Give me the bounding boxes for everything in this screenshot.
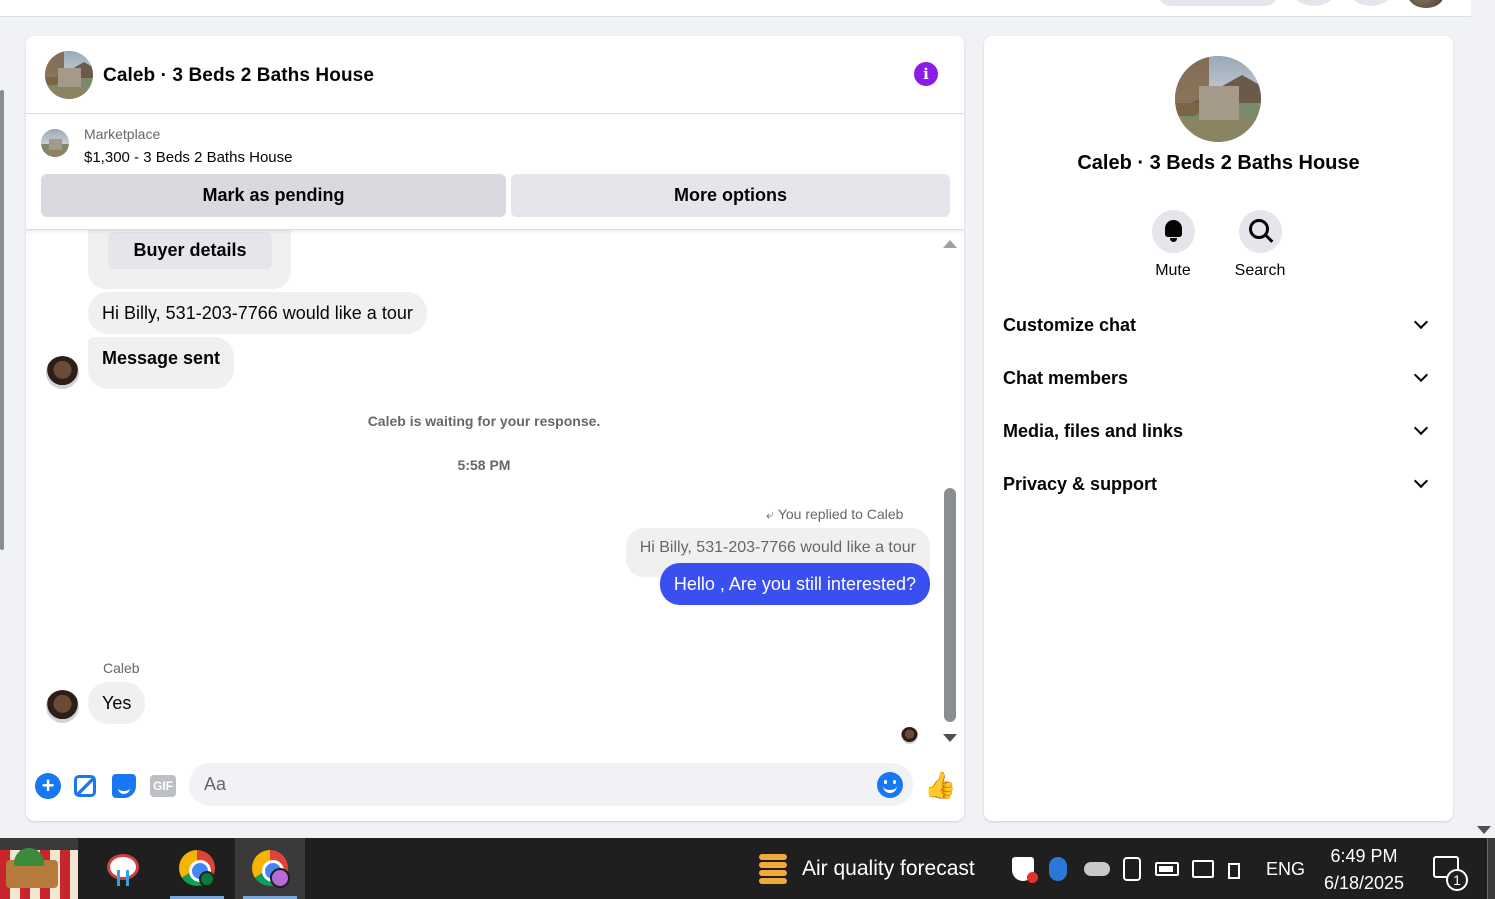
onedrive-cloud-icon[interactable] bbox=[1084, 862, 1110, 876]
message-scrollbar[interactable] bbox=[940, 230, 960, 755]
mute-label: Mute bbox=[1155, 262, 1191, 279]
scroll-thumb[interactable] bbox=[944, 488, 956, 722]
start-button-picnic-icon[interactable] bbox=[0, 838, 78, 899]
sticker-icon[interactable] bbox=[112, 774, 136, 798]
more-options-button[interactable]: More options bbox=[511, 174, 950, 217]
chrome-icon[interactable] bbox=[162, 838, 232, 899]
mute-button[interactable]: Mute bbox=[1128, 210, 1218, 280]
section-chat-members[interactable]: Chat members bbox=[994, 356, 1443, 402]
notification-count-badge[interactable]: 1 bbox=[1446, 869, 1468, 891]
message-input[interactable] bbox=[189, 763, 913, 806]
message-composer: + GIF 👍 bbox=[26, 756, 964, 821]
photo-icon[interactable] bbox=[74, 775, 96, 797]
chevron-down-icon bbox=[1413, 367, 1429, 383]
taskbar: Air quality forecast ENG 6:49 PM 6/18/20… bbox=[0, 838, 1495, 899]
panel-title: Caleb · 3 Beds 2 Baths House bbox=[1077, 152, 1360, 174]
search-icon[interactable] bbox=[1238, 210, 1282, 253]
show-desktop-button[interactable] bbox=[1487, 838, 1495, 899]
page-scrollbar[interactable] bbox=[1471, 0, 1495, 838]
left-scrollbar[interactable] bbox=[0, 90, 4, 550]
account-avatar[interactable] bbox=[1408, 0, 1444, 8]
section-label: Chat members bbox=[1003, 368, 1129, 388]
meet-now-icon[interactable] bbox=[1123, 857, 1141, 881]
battery-icon[interactable] bbox=[1155, 862, 1179, 876]
clock-date[interactable]: 6/18/2025 bbox=[1300, 873, 1428, 894]
listing-price-title[interactable]: $1,300 - 3 Beds 2 Baths House bbox=[84, 149, 292, 166]
top-nav-menu-button[interactable] bbox=[1293, 0, 1335, 6]
section-label: Privacy & support bbox=[1003, 474, 1158, 494]
chat-header: Caleb · 3 Beds 2 Baths House i bbox=[26, 36, 964, 114]
mark-as-pending-button[interactable]: Mark as pending bbox=[41, 174, 506, 217]
volume-icon[interactable] bbox=[1228, 857, 1248, 881]
top-navigation-bar bbox=[0, 0, 1471, 17]
thumbs-up-icon[interactable]: 👍 bbox=[924, 771, 956, 799]
chrome-profile-icon[interactable] bbox=[235, 838, 305, 899]
chat-title[interactable]: Caleb · 3 Beds 2 Baths House bbox=[103, 65, 374, 87]
weather-icon[interactable] bbox=[755, 852, 789, 886]
my-message[interactable]: Hello , Are you still interested? bbox=[659, 563, 930, 605]
security-shield-icon[interactable] bbox=[1012, 857, 1038, 883]
scroll-down-arrow[interactable] bbox=[943, 734, 957, 742]
section-label: Media, files and links bbox=[1003, 421, 1184, 441]
clock-time[interactable]: 6:49 PM bbox=[1300, 846, 1428, 867]
top-nav-pill[interactable] bbox=[1158, 0, 1278, 6]
tour-request-message[interactable]: Hi Billy, 531-203-7766 would like a tour bbox=[88, 292, 427, 334]
weather-widget-text[interactable]: Air quality forecast bbox=[802, 857, 975, 881]
bell-icon[interactable] bbox=[1151, 210, 1195, 253]
page-scroll-down-arrow[interactable] bbox=[1477, 826, 1491, 834]
section-media-files-links[interactable]: Media, files and links bbox=[994, 409, 1443, 455]
top-nav-notification-button[interactable] bbox=[1350, 0, 1392, 6]
message-list[interactable]: Buyer details Hi Billy, 531-203-7766 wou… bbox=[26, 220, 964, 755]
panel-avatar[interactable] bbox=[1175, 56, 1261, 142]
emoji-icon[interactable] bbox=[877, 772, 903, 798]
bluetooth-icon[interactable] bbox=[1049, 857, 1067, 881]
chat-info-panel: Caleb · 3 Beds 2 Baths House Mute Search… bbox=[984, 36, 1453, 821]
section-privacy-support[interactable]: Privacy & support bbox=[994, 462, 1443, 508]
chevron-down-icon bbox=[1413, 314, 1429, 330]
section-customize-chat[interactable]: Customize chat bbox=[994, 303, 1443, 349]
caleb-avatar[interactable] bbox=[46, 356, 79, 389]
message-sent-text: Message sent bbox=[102, 348, 221, 368]
chevron-down-icon bbox=[1413, 420, 1429, 436]
info-icon[interactable]: i bbox=[914, 62, 938, 86]
listing-source: Marketplace bbox=[84, 126, 161, 142]
message-sent-notice[interactable]: Message sent bbox=[88, 337, 235, 389]
message-timestamp: 5:58 PM bbox=[457, 457, 511, 473]
reply-indicator: ⤶ You replied to Caleb bbox=[766, 506, 903, 523]
scroll-up-arrow[interactable] bbox=[943, 240, 957, 248]
gif-icon[interactable]: GIF bbox=[150, 775, 176, 797]
reply-label-text: You replied to Caleb bbox=[777, 506, 904, 522]
buyer-details-button[interactable]: Buyer details bbox=[108, 232, 272, 269]
listing-banner: Marketplace $1,300 - 3 Beds 2 Baths Hous… bbox=[26, 114, 964, 230]
snipping-tool-icon[interactable] bbox=[86, 838, 154, 899]
chat-window: Caleb · 3 Beds 2 Baths House i Marketpla… bbox=[26, 36, 964, 821]
chevron-down-icon bbox=[1413, 473, 1429, 489]
listing-thumbnail[interactable] bbox=[41, 129, 69, 157]
reply-yes-message[interactable]: Yes bbox=[88, 682, 146, 724]
plus-icon[interactable]: + bbox=[35, 773, 61, 799]
search-label: Search bbox=[1234, 262, 1286, 279]
search-button[interactable]: Search bbox=[1215, 210, 1305, 280]
network-icon[interactable] bbox=[1192, 860, 1214, 878]
chat-avatar[interactable] bbox=[45, 51, 93, 99]
waiting-status: Caleb is waiting for your response. bbox=[367, 413, 601, 429]
reply-arrow-icon: ⤶ bbox=[766, 506, 774, 522]
caleb-avatar-2[interactable] bbox=[46, 690, 79, 723]
sender-name: Caleb bbox=[103, 660, 140, 676]
read-receipt-avatar bbox=[901, 727, 918, 744]
section-label: Customize chat bbox=[1003, 315, 1137, 335]
